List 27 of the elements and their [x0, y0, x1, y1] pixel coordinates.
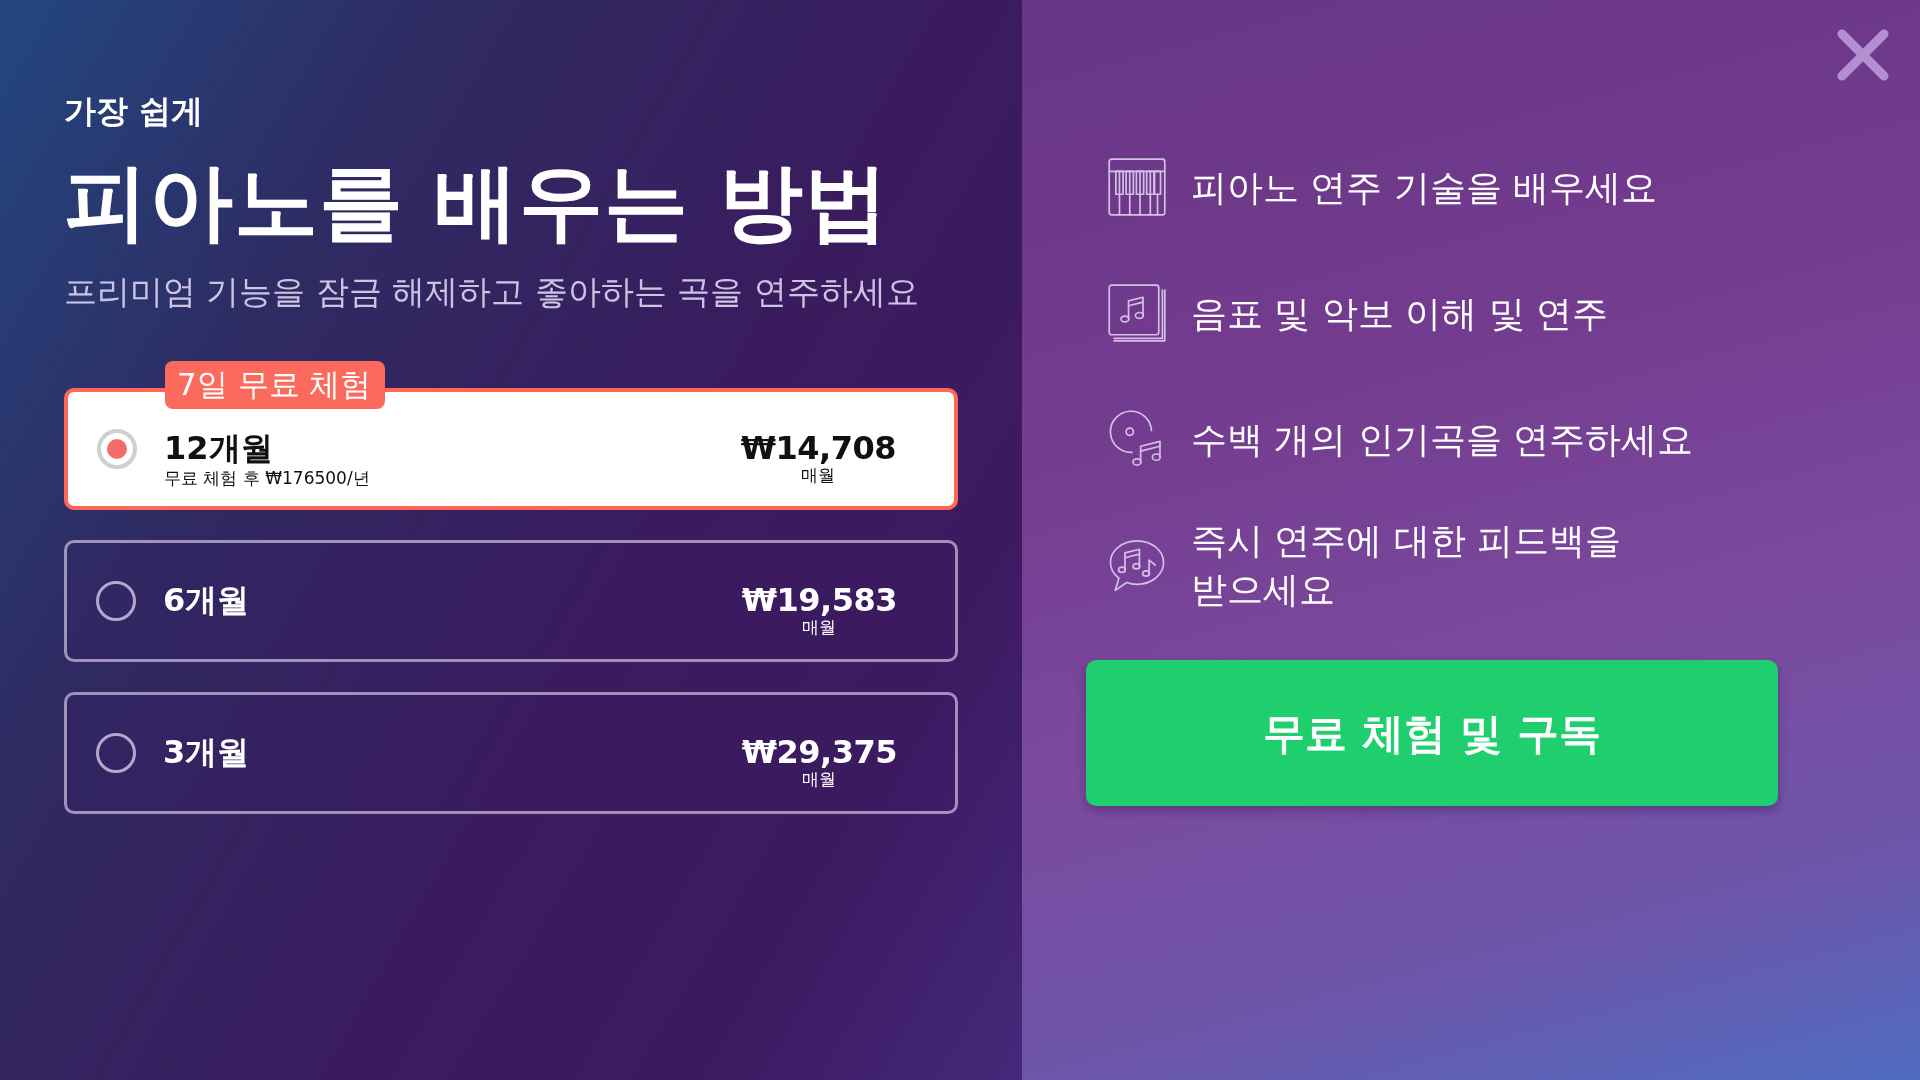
music-sheet-icon — [1108, 284, 1166, 342]
price-period: 매월 — [802, 770, 837, 789]
feature-text: 수백 개의 인기곡을 연주하세요 — [1191, 417, 1694, 462]
plan-option[interactable]: 3개월 ₩29,375 매월 — [64, 691, 958, 814]
radio-button[interactable] — [97, 428, 137, 469]
plan-price: ₩14,708 — [740, 431, 896, 467]
plan-duration: 6개월 — [163, 582, 250, 620]
plan-duration: 12개월 — [164, 430, 274, 468]
plan-price: ₩19,583 — [741, 583, 897, 619]
radio-button[interactable] — [96, 732, 136, 773]
radio-button[interactable] — [96, 580, 136, 621]
feature-text: 즉시 연주에 대한 피드백을 받으세요 — [1191, 519, 1623, 612]
plan-duration: 3개월 — [163, 734, 250, 772]
piano-keyboard-icon — [1108, 158, 1166, 216]
plan-price: ₩29,375 — [741, 735, 897, 771]
feature-text: 피아노 연주 기술을 배우세요 — [1191, 165, 1658, 210]
trial-badge: 7일 무료 체험 — [165, 360, 386, 409]
eyebrow-text: 가장 쉽게 — [64, 92, 205, 131]
close-button[interactable] — [1836, 28, 1890, 82]
close-icon — [1836, 28, 1890, 82]
headline: 피아노를 배우는 방법 — [64, 154, 891, 251]
plan-note: 무료 체험 후 ₩176500/년 — [164, 467, 370, 490]
feature-text: 음표 및 악보 이해 및 연주 — [1191, 291, 1609, 336]
subtitle-text: 프리미엄 기능을 잠금 해제하고 좋아하는 곡을 연주하세요 — [64, 271, 920, 313]
price-period: 매월 — [801, 466, 836, 485]
plan-option[interactable]: 6개월 ₩19,583 매월 — [64, 539, 958, 662]
price-period: 매월 — [802, 618, 837, 637]
